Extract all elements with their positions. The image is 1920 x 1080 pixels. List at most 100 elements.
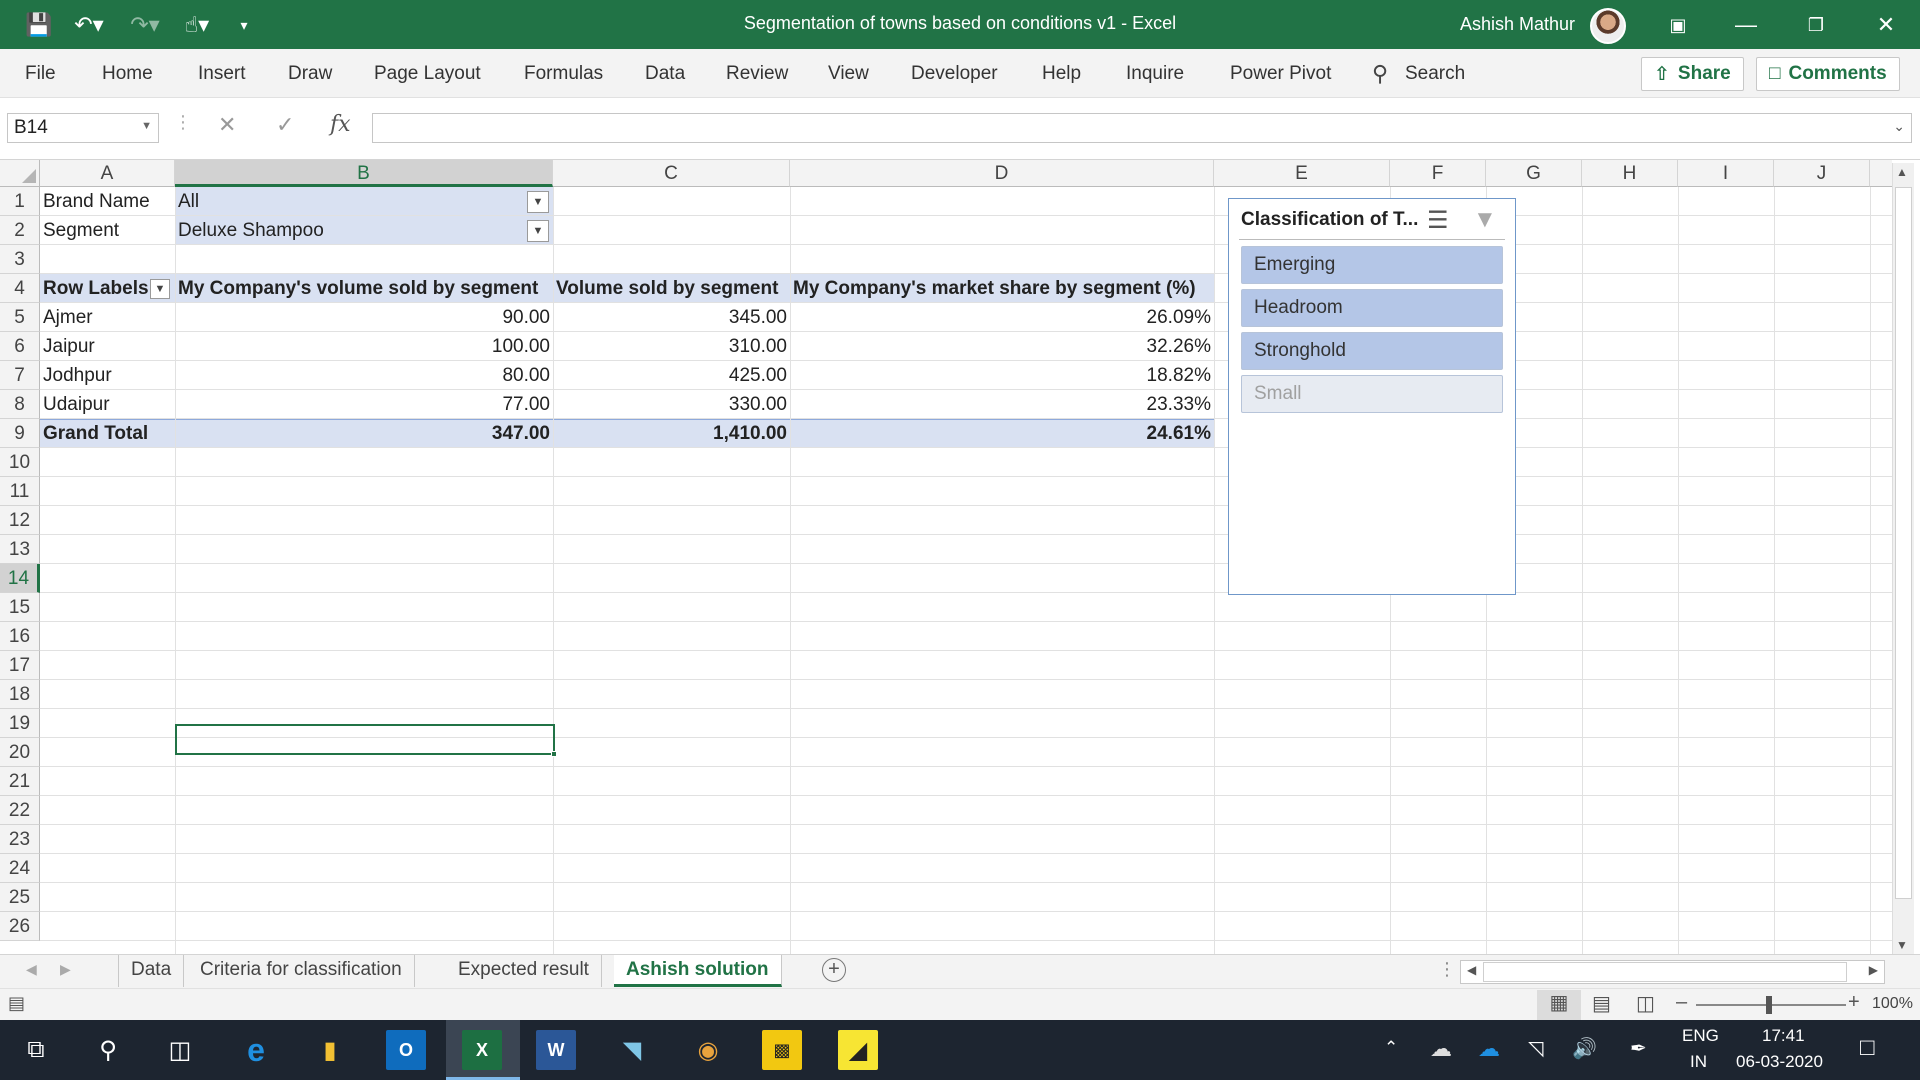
tab-draw[interactable]: Draw	[288, 63, 332, 85]
row-header[interactable]: 16	[0, 622, 40, 651]
ribbon-display-icon[interactable]: ▣	[1658, 10, 1698, 40]
sheet-tab-criteria[interactable]: Criteria for classification	[188, 955, 415, 987]
row-header[interactable]: 7	[0, 361, 40, 390]
edge-icon[interactable]: e	[236, 1030, 276, 1070]
row-header[interactable]: 4	[0, 274, 40, 303]
share-button[interactable]: ⇧ Share	[1641, 57, 1744, 91]
row-header[interactable]: 19	[0, 709, 40, 738]
row-header[interactable]: 22	[0, 796, 40, 825]
clock-date[interactable]: 06-03-2020	[1736, 1052, 1823, 1072]
windows-start-icon[interactable]: ⧉	[16, 1030, 56, 1070]
column-header[interactable]: A	[40, 160, 175, 187]
scroll-left-icon[interactable]: ◀	[26, 961, 37, 978]
scroll-right-icon[interactable]: ▶	[60, 961, 71, 978]
normal-view-icon[interactable]: ▦	[1537, 990, 1581, 1020]
name-box[interactable]: B14 ▼	[7, 113, 159, 143]
expand-formula-icon[interactable]: ⌄	[1893, 118, 1905, 135]
tab-page-layout[interactable]: Page Layout	[374, 63, 481, 85]
search-icon[interactable]: ⚲	[1372, 61, 1388, 87]
sheet-tab-ashish-solution[interactable]: Ashish solution	[614, 955, 782, 987]
comments-button[interactable]: □ Comments	[1756, 57, 1900, 91]
search-icon[interactable]: ⚲	[88, 1030, 128, 1070]
segment-filter-icon[interactable]: ▼	[527, 220, 549, 242]
column-header[interactable]: E	[1214, 160, 1390, 187]
language-top[interactable]: ENG	[1682, 1026, 1719, 1046]
slicer-item-emerging[interactable]: Emerging	[1241, 246, 1503, 284]
sticky-tool-icon[interactable]: ◥	[612, 1030, 652, 1070]
zoom-slider[interactable]	[1696, 996, 1846, 1014]
page-break-view-icon[interactable]: ◫	[1636, 991, 1655, 1016]
wifi-icon[interactable]: ◹	[1528, 1036, 1543, 1061]
excel-icon[interactable]: X	[462, 1030, 502, 1070]
row-header[interactable]: 23	[0, 825, 40, 854]
row-header[interactable]: 15	[0, 593, 40, 622]
slicer[interactable]: Classification of T... ☰ ▼ Emerging Head…	[1228, 198, 1516, 595]
tab-help[interactable]: Help	[1042, 63, 1081, 85]
task-view-icon[interactable]: ◫	[160, 1030, 200, 1070]
slicer-item-headroom[interactable]: Headroom	[1241, 289, 1503, 327]
row-header[interactable]: 13	[0, 535, 40, 564]
restore-icon[interactable]: ❐	[1796, 10, 1836, 40]
column-header[interactable]: B	[175, 160, 553, 187]
insert-function-icon[interactable]: fx	[330, 112, 351, 137]
row-header[interactable]: 3	[0, 245, 40, 274]
row-header[interactable]: 21	[0, 767, 40, 796]
row-header[interactable]: 26	[0, 912, 40, 941]
row-header[interactable]: 1	[0, 187, 40, 216]
tab-insert[interactable]: Insert	[198, 63, 246, 85]
page-layout-view-icon[interactable]: ▤	[1592, 991, 1611, 1016]
chevron-up-icon[interactable]: ⌃	[1384, 1038, 1398, 1058]
user-name[interactable]: Ashish Mathur	[1460, 14, 1575, 35]
column-header[interactable]: D	[790, 160, 1214, 187]
row-header[interactable]: 17	[0, 651, 40, 680]
search-box[interactable]: Search	[1405, 63, 1465, 85]
column-header[interactable]: H	[1582, 160, 1678, 187]
zoom-in-icon[interactable]: +	[1848, 991, 1860, 1014]
row-header[interactable]: 11	[0, 477, 40, 506]
outlook-icon[interactable]: O	[386, 1030, 426, 1070]
volume-icon[interactable]: 🔊	[1572, 1036, 1597, 1061]
row-header[interactable]: 8	[0, 390, 40, 419]
zoom-out-icon[interactable]: –	[1676, 991, 1687, 1014]
column-header[interactable]: G	[1486, 160, 1582, 187]
cancel-icon[interactable]: ✕	[218, 112, 236, 138]
row-header[interactable]: 6	[0, 332, 40, 361]
tab-home[interactable]: Home	[102, 63, 153, 85]
row-header[interactable]: 24	[0, 854, 40, 883]
zoom-level[interactable]: 100%	[1872, 995, 1913, 1013]
row-header[interactable]: 20	[0, 738, 40, 767]
vertical-scrollbar[interactable]: ▲ ▼	[1892, 163, 1914, 954]
enter-icon[interactable]: ✓	[276, 112, 294, 138]
slicer-item-stronghold[interactable]: Stronghold	[1241, 332, 1503, 370]
column-header[interactable]: F	[1390, 160, 1486, 187]
fill-handle[interactable]	[551, 751, 557, 757]
worksheet-grid[interactable]: A B C D E F G H I J 1 2 3 4 5 6 7 8 9 10 11 12 13 14 1…	[0, 160, 1920, 954]
add-sheet-icon[interactable]: +	[822, 958, 846, 982]
tab-view[interactable]: View	[828, 63, 869, 85]
row-header[interactable]: 5	[0, 303, 40, 332]
zoom-slider-thumb[interactable]	[1766, 996, 1772, 1014]
minimize-icon[interactable]: —	[1726, 10, 1766, 40]
scroll-left-icon[interactable]: ◀	[1467, 963, 1476, 977]
row-header[interactable]: 25	[0, 883, 40, 912]
paint-icon[interactable]: ◉	[688, 1030, 728, 1070]
power-bi-icon[interactable]: ▩	[762, 1030, 802, 1070]
tab-review[interactable]: Review	[726, 63, 788, 85]
row-header[interactable]: 9	[0, 419, 40, 448]
chevron-down-icon[interactable]: ▼	[141, 120, 152, 132]
active-cell[interactable]	[175, 724, 557, 757]
onedrive-business-icon[interactable]: ☁	[1478, 1036, 1500, 1062]
row-header[interactable]: 10	[0, 448, 40, 477]
avatar[interactable]	[1590, 8, 1626, 44]
file-explorer-icon[interactable]: ▮	[310, 1030, 350, 1070]
scroll-right-icon[interactable]: ▶	[1869, 963, 1878, 977]
close-icon[interactable]: ✕	[1866, 10, 1906, 40]
tab-inquire[interactable]: Inquire	[1126, 63, 1184, 85]
scroll-up-icon[interactable]: ▲	[1896, 165, 1908, 179]
tab-formulas[interactable]: Formulas	[524, 63, 603, 85]
row-header[interactable]: 12	[0, 506, 40, 535]
language-bottom[interactable]: IN	[1690, 1052, 1707, 1072]
column-header[interactable]: I	[1678, 160, 1774, 187]
clear-filter-icon[interactable]: ▼	[1473, 206, 1497, 234]
brand-filter-dropdown[interactable]: ▼	[527, 191, 549, 213]
